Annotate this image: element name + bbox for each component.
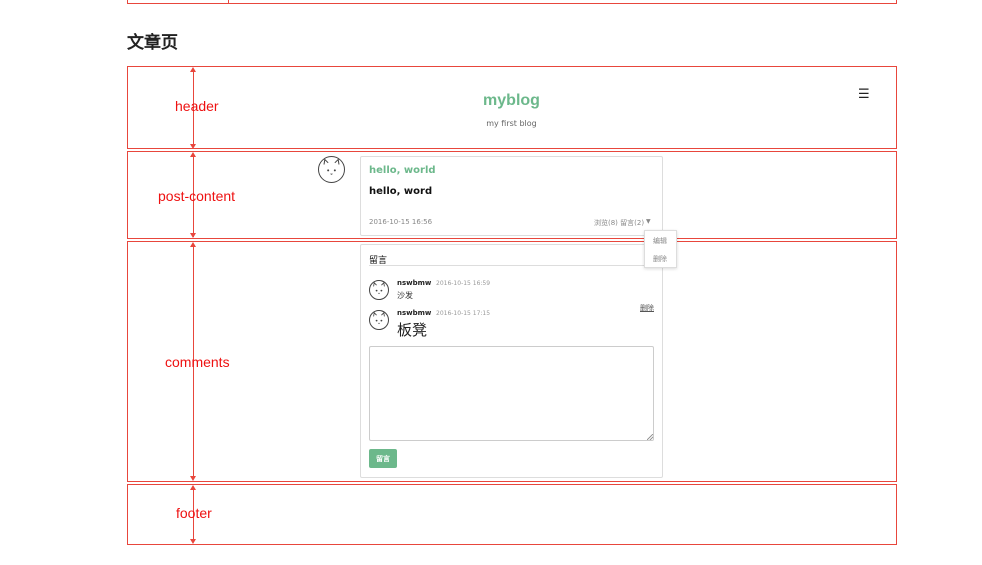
comments-measure-arrow-top bbox=[190, 242, 196, 247]
post-actions-dropdown: 编辑 删除 bbox=[644, 230, 677, 268]
cat-face-icon bbox=[323, 158, 340, 175]
post-date: 2016-10-15 16:56 bbox=[369, 218, 433, 226]
edit-post-menu-item[interactable]: 编辑 bbox=[653, 236, 667, 246]
comment-delete-link[interactable]: 删除 bbox=[640, 303, 654, 313]
comment-username[interactable]: nswbmw bbox=[397, 279, 431, 287]
hamburger-menu-icon[interactable]: ☰ bbox=[858, 87, 870, 102]
post-title[interactable]: hello, world bbox=[369, 165, 436, 176]
delete-post-menu-item[interactable]: 删除 bbox=[653, 254, 667, 264]
cat-face-icon bbox=[373, 311, 385, 324]
post-content-measure-arrow-top bbox=[190, 152, 196, 157]
page-title: 文章页 bbox=[127, 33, 178, 53]
previous-section-measure-line bbox=[228, 0, 229, 3]
footer-measure-arrow-bottom bbox=[190, 539, 196, 544]
comment-username[interactable]: nswbmw bbox=[397, 309, 431, 317]
site-title[interactable]: myblog bbox=[440, 92, 583, 110]
footer-region-box bbox=[127, 484, 897, 545]
post-content-region-label: post-content bbox=[158, 188, 236, 204]
header-measure-arrow-bottom bbox=[190, 144, 196, 149]
comments-region-label: comments bbox=[165, 354, 230, 370]
post-content-measure-arrow-bottom bbox=[190, 233, 196, 238]
site-subtitle: my first blog bbox=[486, 119, 537, 128]
post-body: hello, word bbox=[369, 186, 433, 197]
comment-time: 2016-10-15 16:59 bbox=[436, 280, 491, 287]
header-region-label: header bbox=[175, 98, 219, 114]
post-menu-caret-icon[interactable]: ▼ bbox=[646, 218, 651, 225]
submit-comment-button[interactable]: 留言 bbox=[369, 449, 397, 468]
footer-measure-arrow-top bbox=[190, 485, 196, 490]
commenter-avatar[interactable] bbox=[369, 310, 389, 330]
comment-time: 2016-10-15 17:15 bbox=[436, 310, 491, 317]
footer-region-label: footer bbox=[176, 505, 212, 521]
previous-section-box bbox=[127, 0, 897, 4]
textarea-resize-grip-icon[interactable] bbox=[647, 434, 653, 440]
comment-text: 板凳 bbox=[397, 321, 428, 339]
comments-measure-arrow-bottom bbox=[190, 476, 196, 481]
comment-text: 沙发 bbox=[397, 291, 413, 300]
post-stats: 浏览(8) 留言(2) bbox=[594, 219, 645, 227]
author-avatar[interactable] bbox=[318, 156, 345, 183]
cat-face-icon bbox=[373, 281, 385, 294]
comment-input[interactable] bbox=[369, 346, 654, 441]
header-measure-arrow-top bbox=[190, 67, 196, 72]
comments-divider bbox=[369, 265, 654, 266]
commenter-avatar[interactable] bbox=[369, 280, 389, 300]
